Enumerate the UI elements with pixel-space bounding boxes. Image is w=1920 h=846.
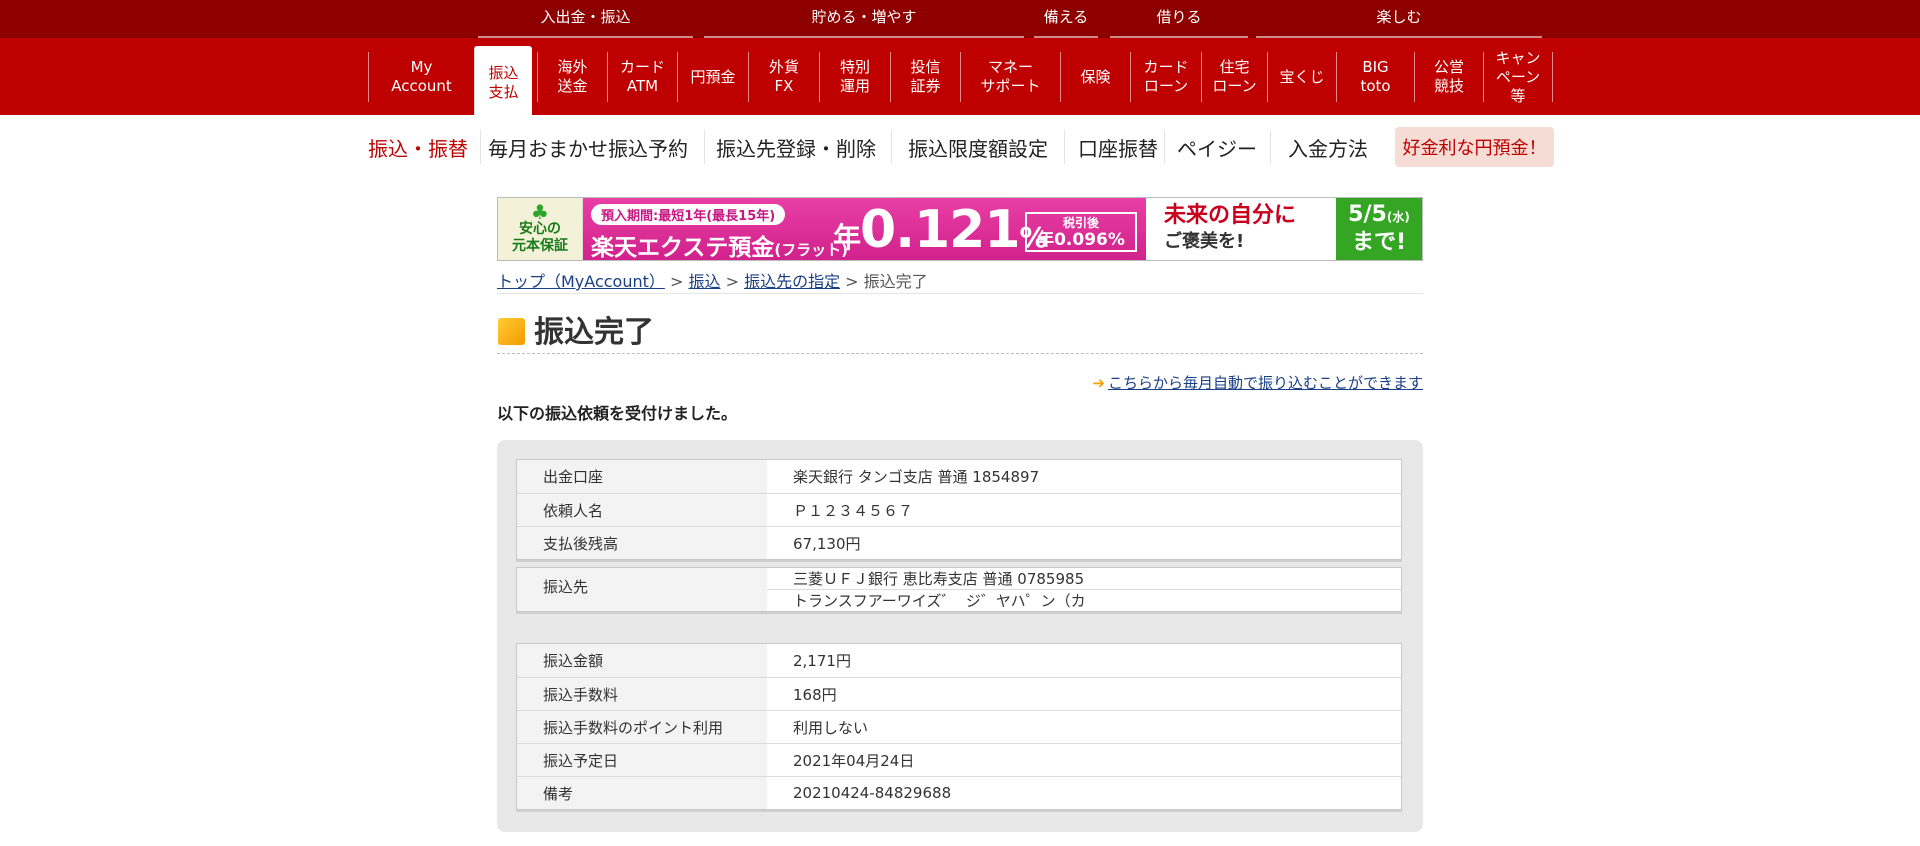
payee-table: 振込先 三菱ＵＦＪ銀行 恵比寿支店 普通 0785985 トランスフアーワイズ゛… xyxy=(516,567,1402,612)
nav-insurance[interactable]: 保険 xyxy=(1060,52,1130,102)
subnav-monthly-auto-transfer[interactable]: 毎月おまかせ振込予約 xyxy=(483,126,693,168)
table-row: 備考 20210424-84829688 xyxy=(517,776,1401,809)
main-nav: My Account 振込 支払 海外 送金 カード ATM 円預金 外貨 FX… xyxy=(0,38,1920,115)
subnav-divider xyxy=(1164,130,1165,164)
transfer-result-panel: 出金口座 楽天銀行 タンゴ支店 普通 1854897 依頼人名 Ｐ１２３４５６７… xyxy=(497,440,1423,832)
page-title-area: 振込完了 xyxy=(497,314,1423,354)
table-row: 振込予定日 2021年04月24日 xyxy=(517,743,1401,776)
clover-icon: ♣ xyxy=(531,200,549,224)
banner-product: 楽天エクステ預金(フラット) xyxy=(591,235,849,261)
page-title: 振込完了 xyxy=(534,315,654,350)
nav-housing-loan[interactable]: 住宅 ローン xyxy=(1201,52,1267,102)
subnav-payeasy[interactable]: ペイジー xyxy=(1172,126,1262,168)
category-bar: 入出金・振込 貯める・増やす 備える 借りる 楽しむ xyxy=(0,0,1920,38)
subnav-transfer[interactable]: 振込・振替 xyxy=(358,126,478,168)
banner-after-tax: 税引後 年0.096% xyxy=(1025,212,1137,252)
amount-table: 振込金額 2,171円 振込手数料 168円 振込手数料のポイント利用 利用しな… xyxy=(516,643,1402,810)
source-account-table: 出金口座 楽天銀行 タンゴ支店 普通 1854897 依頼人名 Ｐ１２３４５６７… xyxy=(516,459,1402,560)
table-row: 振込先 三菱ＵＦＪ銀行 恵比寿支店 普通 0785985 トランスフアーワイズ゛… xyxy=(517,568,1401,611)
breadcrumb-current: 振込完了 xyxy=(863,272,928,291)
breadcrumb-transfer[interactable]: 振込 xyxy=(688,272,720,291)
nav-transfer-payment[interactable]: 振込 支払 xyxy=(474,46,532,115)
nav-campaign[interactable]: キャン ペーン 等 xyxy=(1483,49,1553,105)
breadcrumb: トップ（MyAccount） > 振込 > 振込先の指定 > 振込完了 xyxy=(497,268,1423,294)
subnav-payee-registration[interactable]: 振込先登録・削除 xyxy=(711,126,881,168)
subnav-deposit-methods[interactable]: 入金方法 xyxy=(1278,126,1378,168)
monthly-auto-transfer-link[interactable]: ➔ こちらから毎月自動で振り込むことができます xyxy=(1092,372,1423,393)
nav-lottery[interactable]: 宝くじ xyxy=(1267,52,1336,102)
subnav-divider xyxy=(1064,130,1065,164)
breadcrumb-top[interactable]: トップ（MyAccount） xyxy=(497,272,665,291)
nav-special-investment[interactable]: 特別 運用 xyxy=(819,52,890,102)
banner-catchphrase: 未来の自分に ご褒美を! xyxy=(1146,198,1336,260)
breadcrumb-select-payee[interactable]: 振込先の指定 xyxy=(744,272,840,291)
nav-yen-deposit[interactable]: 円預金 xyxy=(677,52,748,102)
nav-my-account[interactable]: My Account xyxy=(368,52,474,102)
nav-funds-securities[interactable]: 投信 証券 xyxy=(890,52,960,102)
subnav-divider xyxy=(480,130,481,164)
nav-public-racing[interactable]: 公営 競技 xyxy=(1414,52,1483,102)
nav-money-support[interactable]: マネー サポート xyxy=(960,52,1060,102)
category-enjoy[interactable]: 楽しむ xyxy=(1256,0,1542,38)
nav-card-loan[interactable]: カード ローン xyxy=(1130,52,1201,102)
subnav-account-debit[interactable]: 口座振替 xyxy=(1068,126,1168,168)
subnav-good-rate-deposit[interactable]: 好金利な円預金！ xyxy=(1395,127,1554,167)
table-row: 振込手数料のポイント利用 利用しない xyxy=(517,710,1401,743)
category-deposit-transfer[interactable]: 入出金・振込 xyxy=(478,0,693,38)
table-row: 振込金額 2,171円 xyxy=(517,644,1401,677)
arrow-right-icon: ➔ xyxy=(1092,374,1105,392)
nav-overseas-remittance[interactable]: 海外 送金 xyxy=(537,52,607,102)
category-prepare[interactable]: 備える xyxy=(1034,0,1098,38)
banner-rate: 年0.121% xyxy=(833,200,1048,260)
sub-nav: 振込・振替 毎月おまかせ振込予約 振込先登録・削除 振込限度額設定 口座振替 ペ… xyxy=(0,126,1920,168)
category-save-grow[interactable]: 貯める・増やす xyxy=(704,0,1024,38)
table-row: 依頼人名 Ｐ１２３４５６７ xyxy=(517,493,1401,526)
subnav-divider xyxy=(891,130,892,164)
subnav-transfer-limit[interactable]: 振込限度額設定 xyxy=(898,126,1058,168)
square-icon xyxy=(498,318,525,345)
banner-main: 預入期間:最短1年(最長15年) 楽天エクステ預金(フラット) 年0.121% … xyxy=(583,198,1146,260)
banner-guarantee: ♣ 安心の 元本保証 xyxy=(498,198,583,260)
subnav-divider xyxy=(1270,130,1271,164)
nav-foreign-fx[interactable]: 外貨 FX xyxy=(748,52,819,102)
banner-period: 預入期間:最短1年(最長15年) xyxy=(591,204,786,225)
nav-big-toto[interactable]: BIG toto xyxy=(1336,52,1414,102)
promo-banner[interactable]: ♣ 安心の 元本保証 預入期間:最短1年(最長15年) 楽天エクステ預金(フラッ… xyxy=(497,197,1423,261)
subnav-divider xyxy=(704,130,705,164)
table-row: 振込手数料 168円 xyxy=(517,677,1401,710)
banner-deadline: 5/5(水) まで! xyxy=(1336,198,1422,260)
received-message: 以下の振込依頼を受付けました。 xyxy=(497,404,738,423)
table-row: 支払後残高 67,130円 xyxy=(517,526,1401,559)
table-row: 出金口座 楽天銀行 タンゴ支店 普通 1854897 xyxy=(517,460,1401,493)
nav-card-atm[interactable]: カード ATM xyxy=(607,52,677,102)
category-borrow[interactable]: 借りる xyxy=(1110,0,1248,38)
